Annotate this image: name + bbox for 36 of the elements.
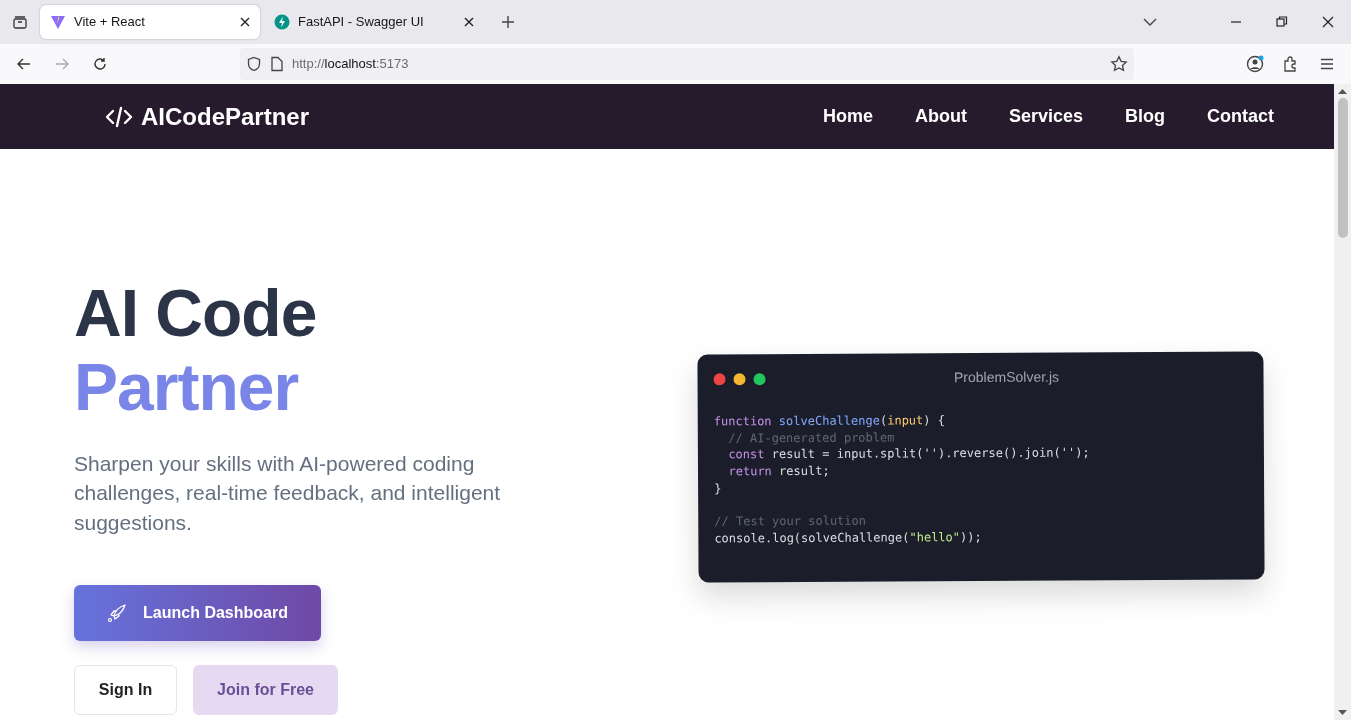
scrollbar-thumb[interactable]	[1337, 98, 1348, 238]
nav-link[interactable]: About	[914, 103, 967, 130]
page-icon	[270, 56, 284, 72]
nav-link[interactable]: Home	[822, 103, 873, 130]
join-button[interactable]: Join for Free	[193, 665, 338, 715]
address-bar[interactable]: http://localhost:5173	[240, 48, 1134, 80]
sign-in-button[interactable]: Sign In	[74, 665, 177, 715]
code-line: return result;	[727, 462, 831, 481]
brand-name: AICodePartner	[141, 101, 310, 132]
hero-subtitle: Sharpen your skills with AI-powered coding challenges, real-time feedback, and intelligent suggestions.	[74, 450, 502, 536]
close-icon[interactable]	[464, 17, 474, 27]
browser-tab[interactable]: FastAPI - Swagger UI	[264, 5, 484, 39]
file-name: ProblemSolver.js	[952, 367, 1061, 388]
bolt-logo-icon	[274, 14, 290, 30]
star-icon[interactable]	[1110, 55, 1128, 73]
code-icon	[105, 104, 133, 129]
code-line: function solveChallenge(input) {	[713, 412, 947, 431]
code-line: console.log(solveChallenge("hello"));	[714, 528, 983, 547]
scroll-up-icon[interactable]	[1338, 88, 1347, 94]
shield-icon	[246, 56, 262, 72]
triangle-logo-icon	[50, 14, 66, 30]
code-line: }	[714, 480, 723, 497]
hero-title: Partner	[74, 350, 300, 425]
code-line: // Test your solution	[714, 512, 868, 531]
close-icon[interactable]	[240, 17, 250, 27]
browser-tab[interactable]: Vite + React	[40, 5, 260, 39]
scroll-down-icon[interactable]	[1338, 710, 1347, 716]
nav-link[interactable]: Contact	[1207, 103, 1274, 130]
launch-dashboard-button[interactable]: Launch Dashboard	[74, 585, 321, 641]
hero-title: AI Code	[74, 277, 318, 351]
rocket-icon	[107, 603, 128, 623]
nav-link[interactable]: Blog	[1125, 103, 1165, 130]
code-line: // AI-generated problem	[727, 429, 896, 447]
nav-link[interactable]: Services	[1008, 103, 1083, 130]
url-text: http://localhost:5173	[292, 55, 410, 74]
code-line: const result = input.split('').reverse().join('');	[727, 445, 1091, 464]
